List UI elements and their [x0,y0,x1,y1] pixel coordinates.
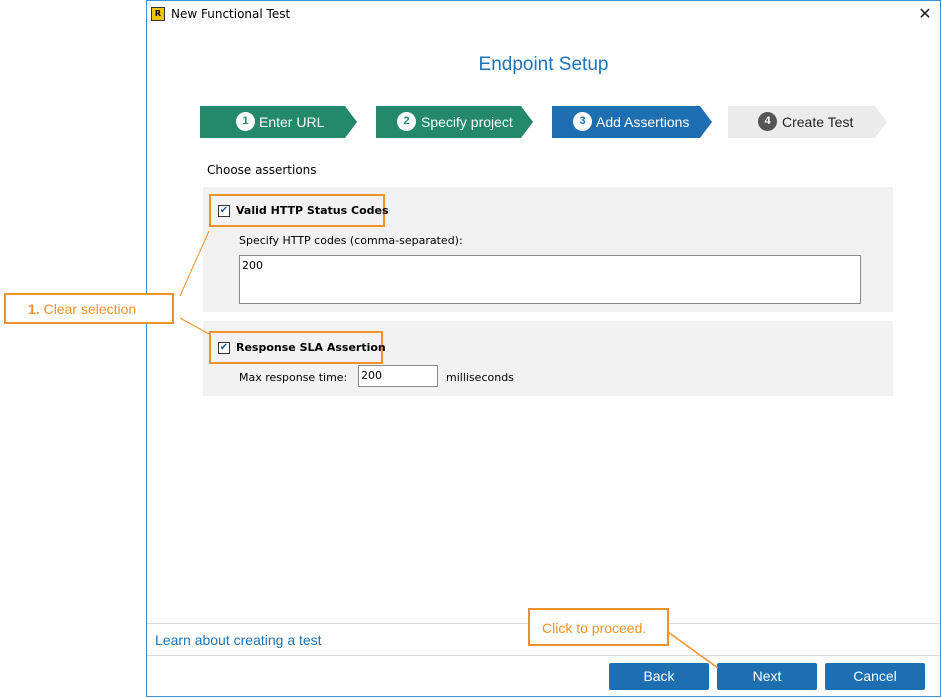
learn-link[interactable]: Learn about creating a test [155,632,322,648]
http-status-checkbox-row[interactable]: ✔ Valid HTTP Status Codes [209,194,389,227]
sla-checkbox-row[interactable]: ✔ Response SLA Assertion [209,331,386,364]
proceed-callout: Click to proceed. [528,608,669,646]
step-label: Enter URL [259,114,325,130]
step-number: 4 [758,112,777,131]
dialog-window: R New Functional Test ✕ Endpoint Setup 1… [146,0,941,697]
step-add-assertions: 3 Add Assertions [552,106,712,138]
http-status-label: Valid HTTP Status Codes [236,204,389,217]
callout-number: 1. [28,301,40,317]
step-label: Add Assertions [596,114,690,130]
proceed-callout-text: Click to proceed. [542,620,647,636]
page-title: Endpoint Setup [478,54,609,75]
step-number: 3 [573,112,592,131]
step-number: 2 [397,112,416,131]
step-create-test: 4 Create Test [728,106,887,138]
http-status-checkbox[interactable]: ✔ [218,205,230,217]
clear-selection-callout: 1. Clear selection [4,293,174,324]
back-button[interactable]: Back [609,663,709,690]
http-codes-label: Specify HTTP codes (comma-separated): [239,234,463,247]
close-icon[interactable]: ✕ [910,1,940,27]
sla-label: Response SLA Assertion [236,341,386,354]
callout-text: Clear selection [43,301,137,317]
http-status-panel: ✔ Valid HTTP Status Codes Specify HTTP c… [203,187,893,312]
step-label: Specify project [421,114,513,130]
step-enter-url: 1 Enter URL [200,106,357,138]
cancel-button[interactable]: Cancel [825,663,925,690]
title-bar: R New Functional Test ✕ [147,1,940,27]
window-title: New Functional Test [171,7,291,21]
step-specify-project: 2 Specify project [376,106,533,138]
milliseconds-label: milliseconds [446,371,514,384]
step-label: Create Test [782,114,854,130]
choose-assertions-label: Choose assertions [207,163,317,177]
app-icon: R [151,7,165,21]
sla-checkbox[interactable]: ✔ [218,342,230,354]
divider [147,655,940,656]
next-button[interactable]: Next [717,663,817,690]
sla-panel: ✔ Response SLA Assertion Max response ti… [203,321,893,396]
http-codes-field[interactable]: 200 [239,255,861,304]
max-response-input[interactable]: 200 [358,365,438,387]
max-response-label: Max response time: [239,371,348,384]
step-number: 1 [236,112,255,131]
